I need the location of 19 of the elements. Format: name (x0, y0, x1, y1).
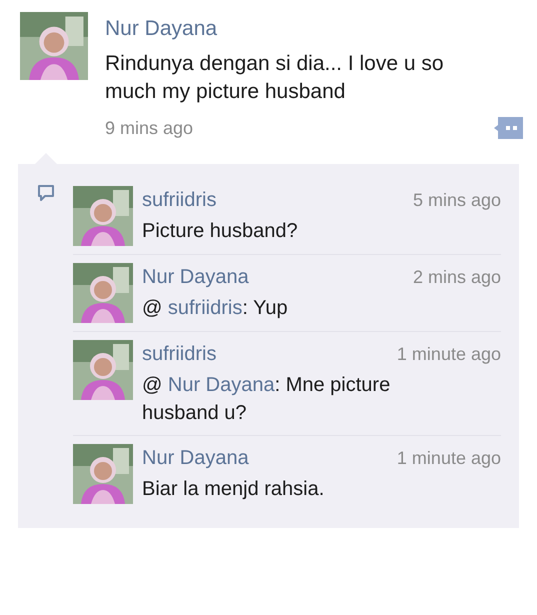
comment-time: 2 mins ago (412, 266, 501, 289)
post-time: 9 mins ago (105, 116, 194, 140)
mention-link[interactable]: Nur Dayana (168, 374, 275, 396)
author-name[interactable]: Nur Dayana (142, 444, 249, 472)
comment-text: Picture husband? (142, 219, 299, 244)
mention-link[interactable]: sufriidris (168, 297, 242, 319)
author-name[interactable]: Nur Dayana (105, 12, 517, 46)
author-name[interactable]: sufriidris (142, 340, 216, 368)
comment-text: @ Nur Dayana: Mne picture husband u? (142, 373, 392, 426)
comment-time: 1 minute ago (396, 447, 501, 470)
comment-time: 5 mins ago (412, 189, 501, 212)
author-name[interactable]: sufriidris (142, 186, 216, 214)
comment-icon[interactable] (493, 114, 525, 142)
speech-bubble-icon (36, 184, 54, 202)
comment-text: @ sufriidris: Yup (142, 296, 289, 321)
comment-time: 1 minute ago (396, 343, 501, 366)
post-text: Rindunya dengan si dia... I love u so much my picture husband (105, 51, 445, 105)
comment-text: Biar la menjd rahsia. (142, 477, 326, 502)
author-name[interactable]: Nur Dayana (142, 263, 249, 291)
